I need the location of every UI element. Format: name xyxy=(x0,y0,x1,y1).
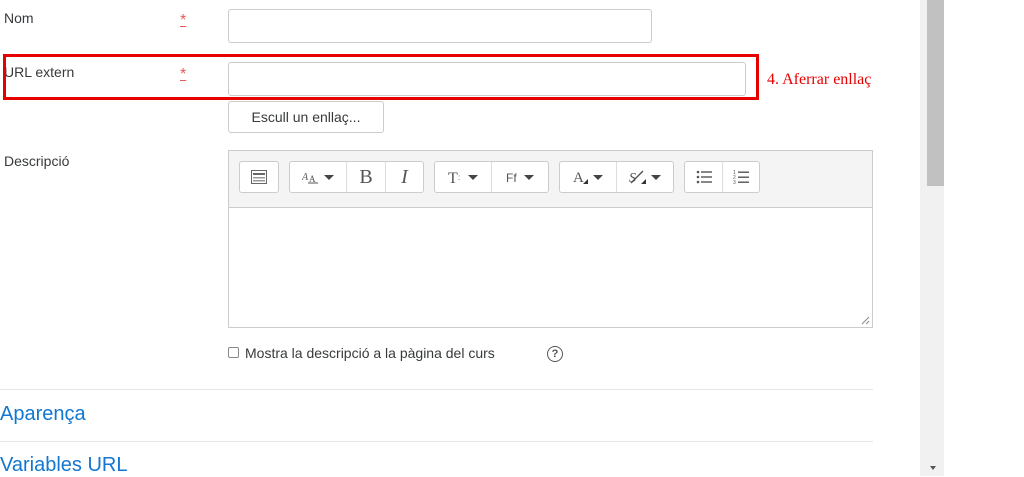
name-label: Nom xyxy=(4,10,34,26)
resize-grip-icon[interactable] xyxy=(860,315,870,325)
toolbar-group-collapse xyxy=(239,161,279,193)
svg-text:A: A xyxy=(302,172,309,183)
unordered-list-icon[interactable] xyxy=(685,162,722,192)
choose-link-button[interactable]: Escull un enllaç... xyxy=(228,101,384,133)
help-icon[interactable]: ? xyxy=(547,346,563,362)
italic-icon[interactable]: I xyxy=(385,162,423,192)
svg-text:3: 3 xyxy=(733,180,736,185)
section-divider xyxy=(0,389,873,390)
toolbar-group-color: A S xyxy=(559,161,674,193)
highlight-color-icon[interactable]: S xyxy=(616,162,673,192)
annotation-text: 4. Aferrar enllaç xyxy=(767,71,872,88)
svg-text:Ff: Ff xyxy=(506,171,517,183)
editor-content-area[interactable] xyxy=(229,208,872,328)
section-divider xyxy=(0,441,873,442)
toolbar-group-style: AA B I xyxy=(289,161,424,193)
toolbar-group-font: T: Ff xyxy=(434,161,549,193)
name-input[interactable] xyxy=(228,9,652,43)
editor-toolbar: AA B I T: Ff A S 1 2 3 xyxy=(229,151,872,208)
show-description-checkbox[interactable] xyxy=(228,347,239,358)
text-color-icon[interactable]: A xyxy=(560,162,616,192)
section-appearance[interactable]: Aparença xyxy=(0,403,86,426)
bold-icon[interactable]: B xyxy=(346,162,385,192)
description-editor: AA B I T: Ff A S 1 2 3 xyxy=(228,150,873,328)
font-size-icon[interactable]: AA xyxy=(290,162,346,192)
required-icon: * xyxy=(180,12,187,29)
svg-text:A: A xyxy=(573,170,584,185)
toolbar-group-lists: 123 xyxy=(684,161,760,193)
font-family-icon[interactable]: Ff xyxy=(491,162,548,192)
paragraph-style-icon[interactable]: T: xyxy=(435,162,491,192)
scroll-down-arrow-icon[interactable] xyxy=(930,466,936,470)
ordered-list-icon[interactable]: 123 xyxy=(722,162,759,192)
svg-text:T: T xyxy=(448,170,458,185)
show-more-buttons-icon[interactable] xyxy=(240,162,278,192)
show-description-label: Mostra la descripció a la pàgina del cur… xyxy=(245,345,495,361)
annotation-highlight-box xyxy=(3,54,759,100)
svg-text::: : xyxy=(458,173,460,182)
scrollbar-thumb[interactable] xyxy=(927,0,944,186)
section-url-variables[interactable]: Variables URL xyxy=(0,454,127,477)
description-label: Descripció xyxy=(4,153,70,169)
